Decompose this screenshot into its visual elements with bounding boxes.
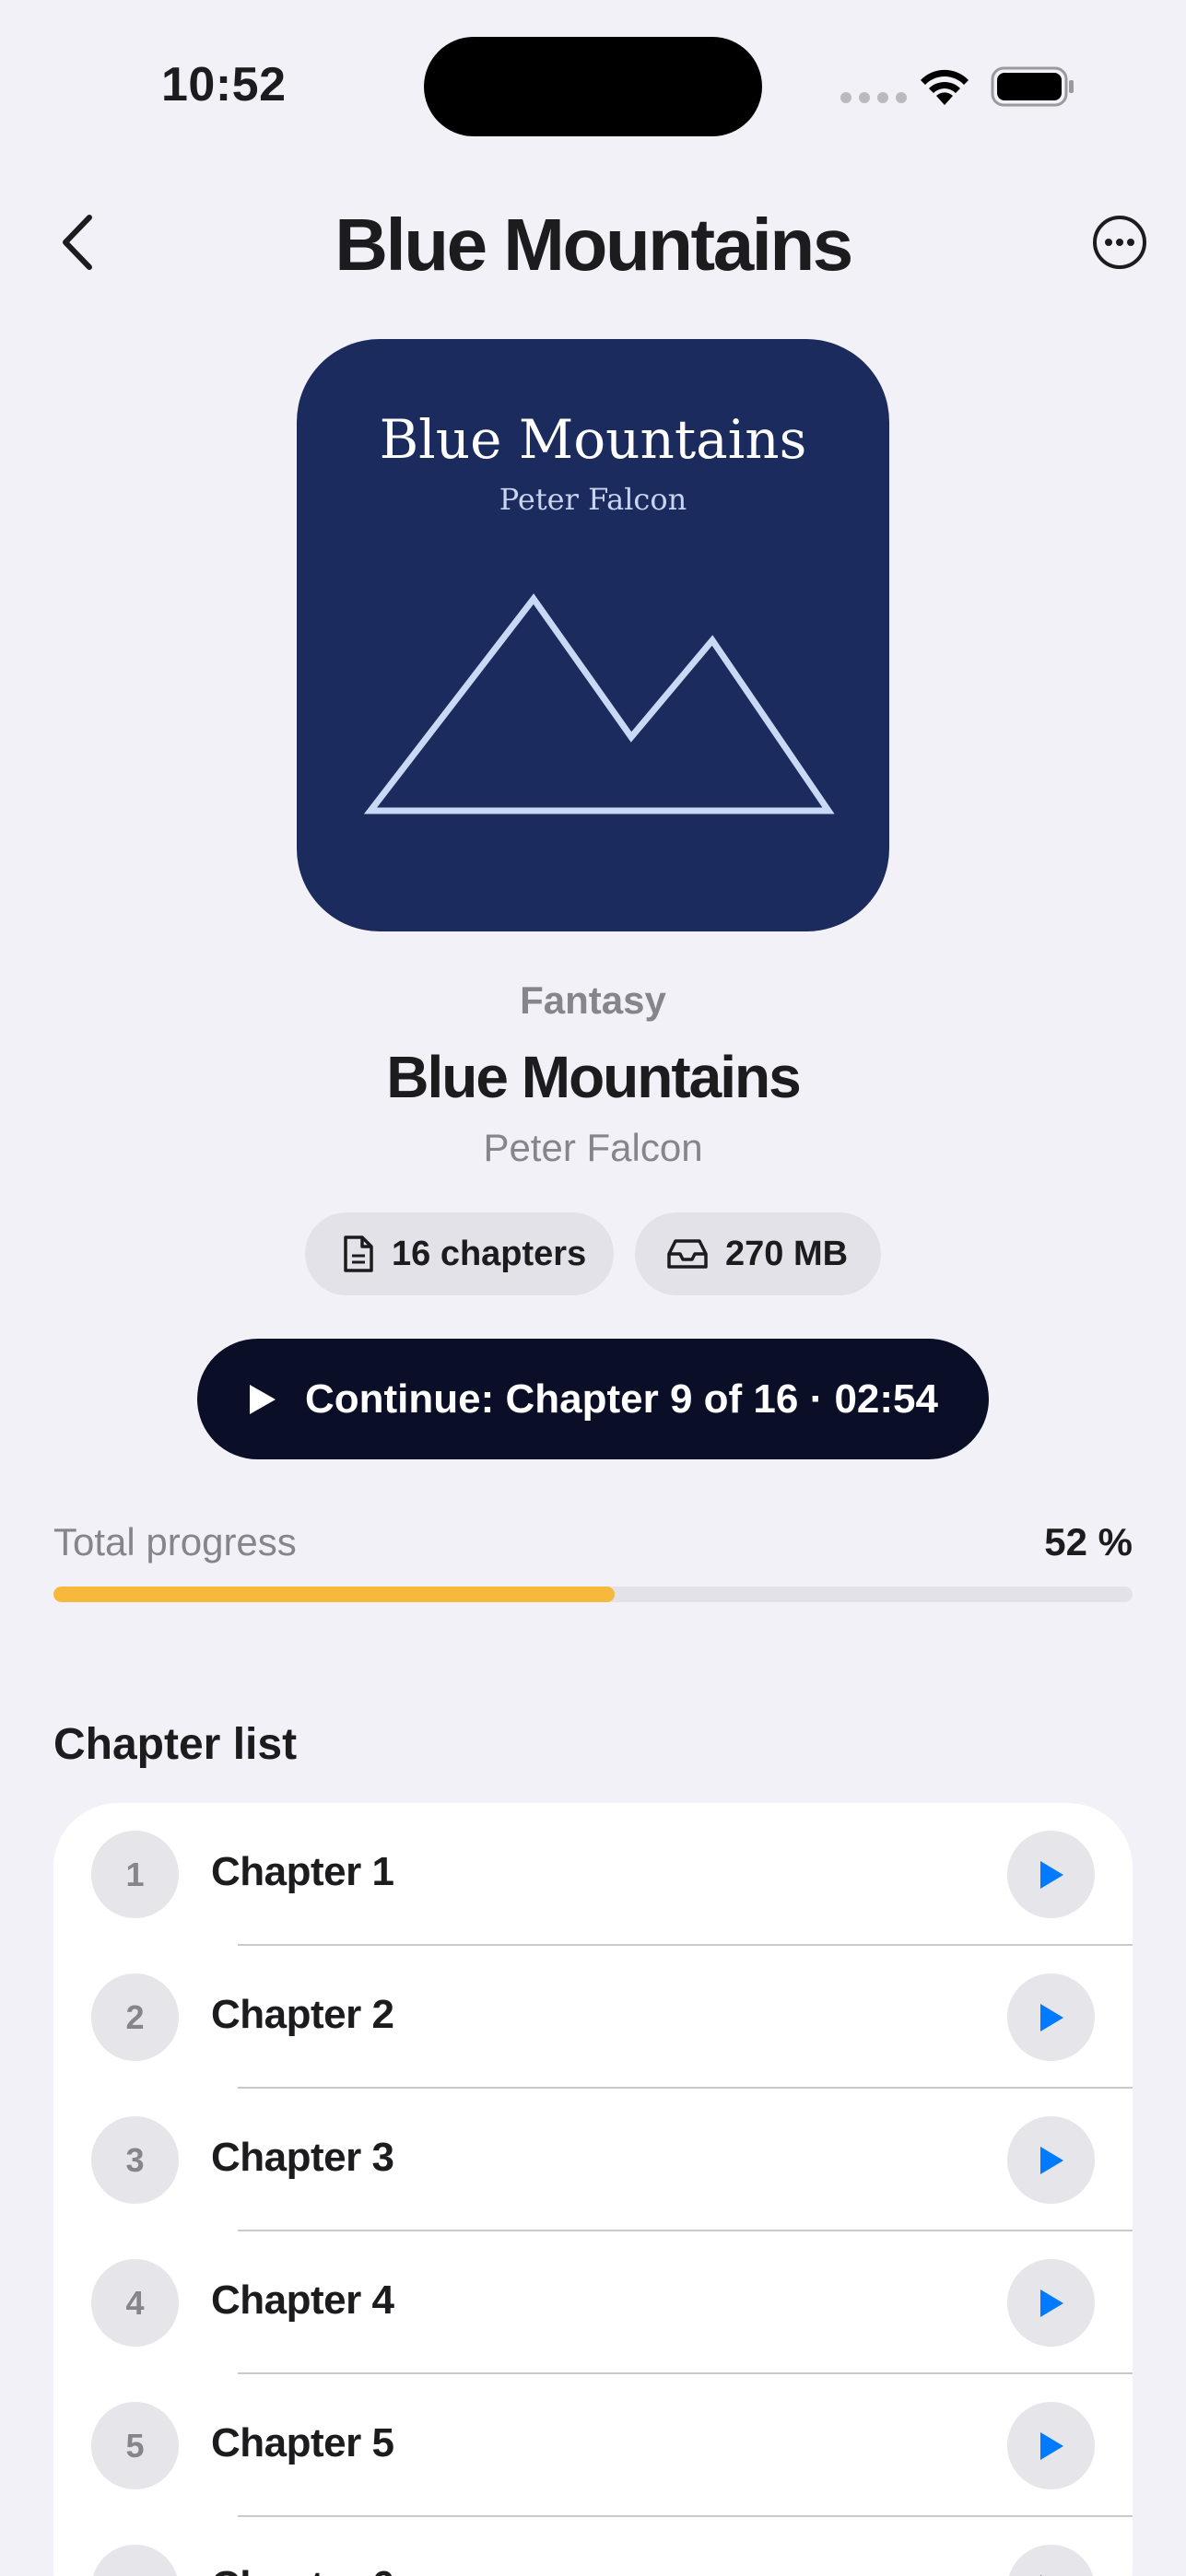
- progress-bar: [53, 1587, 1133, 1602]
- book-title: Blue Mountains: [386, 1044, 801, 1110]
- chapter-play-button[interactable]: [1007, 1973, 1095, 2061]
- chapter-row[interactable]: 2 Chapter 2: [53, 1946, 1133, 2089]
- chapter-number: 3: [91, 2116, 179, 2204]
- chapter-row[interactable]: 1 Chapter 1: [53, 1803, 1133, 1946]
- chapter-row[interactable]: 3 Chapter 3: [53, 2089, 1133, 2231]
- chapter-name: Chapter 6: [211, 2563, 394, 2576]
- chapter-play-button[interactable]: [1007, 2545, 1095, 2576]
- chapter-row[interactable]: 5 Chapter 5: [53, 2374, 1133, 2517]
- play-icon: [249, 1384, 276, 1414]
- progress-bar-fill: [53, 1587, 615, 1602]
- book-cover: Blue Mountains Peter Falcon: [297, 339, 889, 931]
- book-genre: Fantasy: [520, 978, 666, 1022]
- screen: 10:52 Blue Mountains Blue Mountains Pete…: [0, 0, 1186, 2576]
- play-icon: [1039, 1860, 1063, 1889]
- status-time: 10:52: [161, 58, 287, 111]
- chapter-play-button[interactable]: [1007, 1831, 1095, 1918]
- file-size-chip: 270 MB: [635, 1212, 881, 1295]
- file-size-label: 270 MB: [725, 1234, 849, 1273]
- chapter-name: Chapter 4: [211, 2277, 394, 2323]
- chapter-number: 4: [91, 2259, 179, 2347]
- document-icon: [344, 1235, 373, 1272]
- chapter-list: 1 Chapter 1 2 Chapter 2 3 Chapter 3 4 Chapter 4…: [53, 1803, 1133, 2576]
- play-icon: [1039, 2146, 1063, 2174]
- book-author: Peter Falcon: [483, 1126, 703, 1169]
- battery-icon: [991, 66, 1074, 107]
- chapter-row[interactable]: 6 Chapter 6: [53, 2517, 1133, 2576]
- chapter-number: 1: [91, 1831, 179, 1918]
- chapter-play-button[interactable]: [1007, 2259, 1095, 2347]
- tray-icon: [667, 1239, 708, 1269]
- continue-label: Continue: Chapter 9 of 16 · 02:54: [304, 1376, 938, 1422]
- more-options-button[interactable]: [1092, 215, 1147, 270]
- page-title: Blue Mountains: [335, 204, 853, 286]
- play-icon: [1039, 2574, 1042, 2576]
- chapter-name: Chapter 5: [211, 2420, 394, 2465]
- play-icon: [1039, 2003, 1063, 2032]
- chapter-play-button[interactable]: [1007, 2402, 1095, 2489]
- chapter-name: Chapter 1: [211, 1849, 394, 1894]
- cellular-signal-icon: [840, 92, 907, 103]
- progress-label: Total progress: [53, 1520, 297, 1563]
- chapter-row[interactable]: 4 Chapter 4: [53, 2231, 1133, 2374]
- chapter-play-button[interactable]: [1007, 2116, 1095, 2204]
- chapter-list-title: Chapter list: [53, 1720, 298, 1769]
- chapter-number: 6: [91, 2545, 179, 2576]
- chapter-number: 2: [91, 1973, 179, 2061]
- wifi-icon: [921, 69, 969, 105]
- chapter-name: Chapter 2: [211, 1992, 394, 2037]
- play-icon: [1039, 2431, 1063, 2460]
- chapters-count-chip: 16 chapters: [305, 1212, 614, 1295]
- mountains-icon: [363, 593, 835, 814]
- chapters-count-label: 16 chapters: [392, 1234, 587, 1273]
- dynamic-island: [424, 37, 762, 136]
- progress-value: 52 %: [1044, 1520, 1133, 1563]
- play-icon: [1039, 2289, 1063, 2317]
- chapter-number: 5: [91, 2402, 179, 2489]
- chapter-name: Chapter 3: [211, 2135, 394, 2180]
- continue-button[interactable]: Continue: Chapter 9 of 16 · 02:54: [197, 1339, 989, 1459]
